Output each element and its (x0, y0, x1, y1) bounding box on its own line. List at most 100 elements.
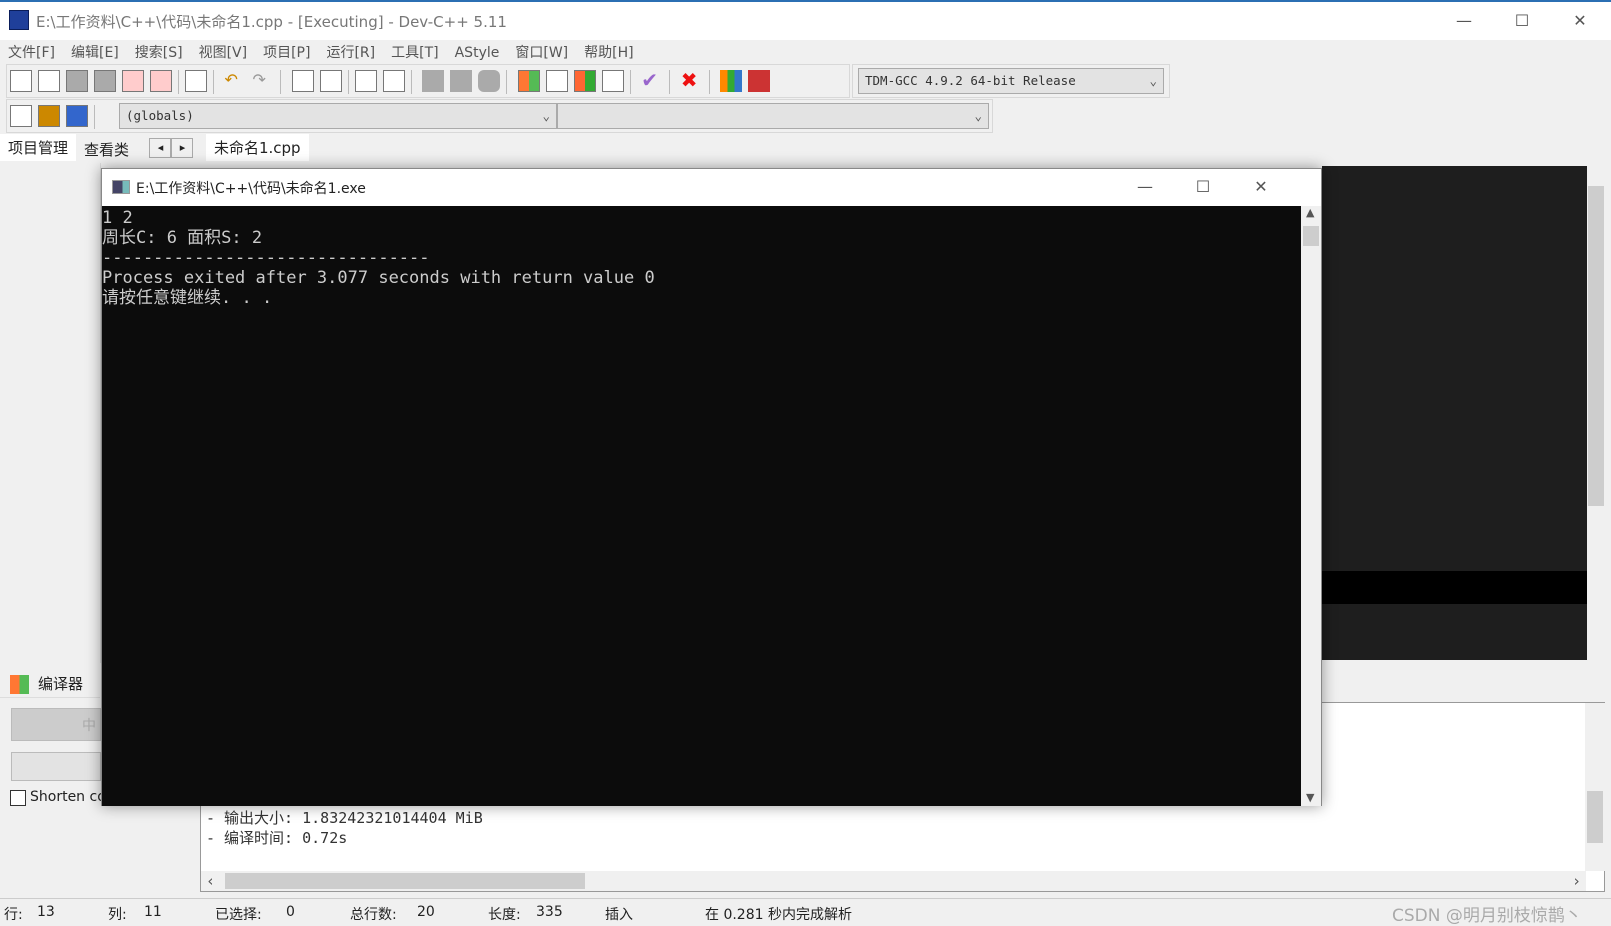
close-button[interactable]: ✕ (1557, 6, 1603, 36)
function-select[interactable]: ⌄ (557, 103, 989, 129)
compile-icon[interactable] (517, 70, 540, 92)
console-line: 1 2 (102, 208, 133, 228)
bottom-tab-compiler[interactable]: 编译器 (0, 668, 100, 698)
scope-select[interactable]: (globals) ⌄ (119, 103, 557, 129)
console-maximize-button[interactable]: ☐ (1180, 172, 1226, 202)
shorten-paths-checkbox[interactable] (10, 790, 26, 806)
remove-from-project-icon[interactable] (450, 70, 473, 92)
delete-profile-icon[interactable] (748, 70, 771, 92)
status-line-label: 行: (4, 907, 23, 923)
compile-run-icon[interactable] (573, 70, 596, 92)
rebuild-icon[interactable] (601, 70, 624, 92)
chevron-right-icon[interactable]: › (1572, 872, 1581, 890)
minimize-button[interactable]: — (1441, 6, 1487, 36)
secondary-button[interactable] (11, 752, 101, 781)
menu-bar: 文件[F] 编辑[E] 搜索[S] 视图[V] 项目[P] 运行[R] 工具[T] AStyl… (0, 40, 1611, 63)
add-to-project-icon[interactable] (422, 70, 445, 92)
console-minimize-button[interactable]: — (1122, 172, 1168, 202)
status-selected: 0 (286, 904, 295, 920)
abort-compilation-button[interactable]: 中 (11, 708, 101, 741)
tab-file[interactable]: 未命名1.cpp (205, 134, 309, 161)
insert-icon[interactable] (38, 105, 60, 127)
syntax-check-icon[interactable]: ✔ (641, 70, 663, 92)
menu-help[interactable]: 帮助[H] (576, 40, 641, 64)
console-close-button[interactable]: ✕ (1238, 172, 1284, 202)
status-total-label: 总行数: (350, 907, 397, 923)
tab-row: 项目管理 查看类 ◂ ▸ 未命名1.cpp (0, 134, 1611, 163)
console-line: Process exited after 3.077 seconds with … (102, 268, 655, 288)
status-line: 13 (37, 904, 55, 920)
chevron-up-icon[interactable]: ▲ (1306, 206, 1314, 219)
status-parse-time: 在 0.281 秒内完成解析 (705, 907, 852, 923)
compiler-select-value: TDM-GCC 4.9.2 64-bit Release (865, 73, 1076, 88)
console-vertical-scrollbar[interactable]: ▲ ▼ (1301, 206, 1321, 806)
find-icon[interactable] (291, 70, 314, 92)
watermark: CSDN @明月别枝惊鹊丶 (1392, 906, 1582, 926)
status-total: 20 (417, 904, 435, 920)
tab-scroll-left[interactable]: ◂ (149, 138, 172, 158)
menu-view[interactable]: 视图[V] (191, 40, 256, 64)
scope-select-value: (globals) (126, 108, 194, 123)
open-file-icon[interactable] (38, 70, 60, 92)
bookmark-icon[interactable] (66, 105, 88, 127)
status-bar: 行: 13 列: 11 已选择: 0 总行数: 20 长度: 335 插入 在 0.281… (0, 898, 1611, 926)
chevron-left-icon[interactable]: ‹ (206, 872, 215, 890)
log-horizontal-scrollbar[interactable]: ‹ › (201, 871, 1586, 891)
console-line: 周长C: 6 面积S: 2 (102, 228, 263, 248)
menu-window[interactable]: 窗口[W] (507, 40, 576, 64)
devcpp-app-icon (9, 10, 29, 30)
status-selected-label: 已选择: (215, 907, 262, 923)
tab-classes[interactable]: 查看类 (76, 134, 137, 160)
compiler-select[interactable]: TDM-GCC 4.9.2 64-bit Release ⌄ (858, 68, 1164, 94)
console-line: 请按任意键继续. . . (102, 288, 273, 308)
undo-icon[interactable]: ↶ (224, 70, 246, 92)
run-icon[interactable] (545, 70, 568, 92)
save-icon[interactable] (66, 70, 88, 92)
bottom-tab-label: 编译器 (38, 675, 84, 693)
console-title-bar: E:\工作资料\C++\代码\未命名1.exe — ☐ ✕ (102, 169, 1321, 206)
console-line: -------------------------------- (102, 248, 430, 268)
project-options-icon[interactable] (478, 70, 501, 92)
menu-search[interactable]: 搜索[S] (127, 40, 191, 64)
stop-execution-icon[interactable]: ✖ (681, 70, 703, 92)
menu-file[interactable]: 文件[F] (0, 40, 63, 64)
compiler-toolbar: TDM-GCC 4.9.2 64-bit Release ⌄ (852, 64, 1170, 98)
log-vertical-scrollbar[interactable] (1585, 703, 1605, 871)
status-length-label: 长度: (488, 907, 521, 923)
goto-declaration-icon[interactable] (10, 105, 32, 127)
console-app-icon (112, 180, 130, 194)
replace-icon[interactable] (319, 70, 342, 92)
chevron-down-icon: ⌄ (1149, 73, 1157, 88)
status-col-label: 列: (108, 907, 127, 923)
unindent-icon[interactable] (382, 70, 405, 92)
title-bar: E:\工作资料\C++\代码\未命名1.cpp - [Executing] - … (0, 0, 1611, 40)
chevron-down-icon: ⌄ (542, 108, 550, 123)
log-line: - 输出大小: 1.83242321014404 MiB (206, 809, 483, 827)
menu-tools[interactable]: 工具[T] (383, 40, 446, 64)
log-line: - 编译时间: 0.72s (206, 829, 348, 847)
tab-scroll-right[interactable]: ▸ (171, 138, 194, 158)
profile-icon[interactable] (720, 70, 743, 92)
tab-project[interactable]: 项目管理 (0, 134, 77, 161)
indent-icon[interactable] (354, 70, 377, 92)
editor-vertical-scrollbar[interactable] (1587, 166, 1605, 660)
close-all-icon[interactable] (150, 70, 172, 92)
code-editor[interactable] (1322, 166, 1587, 660)
menu-project[interactable]: 项目[P] (255, 40, 318, 64)
chevron-down-icon[interactable]: ▼ (1306, 791, 1314, 804)
status-insert-mode: 插入 (605, 907, 633, 923)
console-output[interactable]: 1 2 周长C: 6 面积S: 2 ------------------------… (102, 206, 1301, 806)
close-file-icon[interactable] (122, 70, 144, 92)
redo-icon[interactable]: ↷ (252, 70, 274, 92)
shorten-paths-label: Shorten co (30, 789, 106, 805)
print-icon[interactable] (185, 70, 207, 92)
console-window[interactable]: E:\工作资料\C++\代码\未命名1.exe — ☐ ✕ 1 2 周长C: 6 … (101, 168, 1322, 806)
menu-edit[interactable]: 编辑[E] (63, 40, 127, 64)
maximize-button[interactable]: ☐ (1499, 6, 1545, 36)
new-file-icon[interactable] (10, 70, 32, 92)
save-all-icon[interactable] (94, 70, 116, 92)
current-line-highlight (1322, 571, 1587, 604)
menu-astyle[interactable]: AStyle (447, 43, 508, 63)
main-toolbar: ↶ ↷ ✔ ✖ (6, 64, 850, 98)
menu-run[interactable]: 运行[R] (318, 40, 383, 64)
